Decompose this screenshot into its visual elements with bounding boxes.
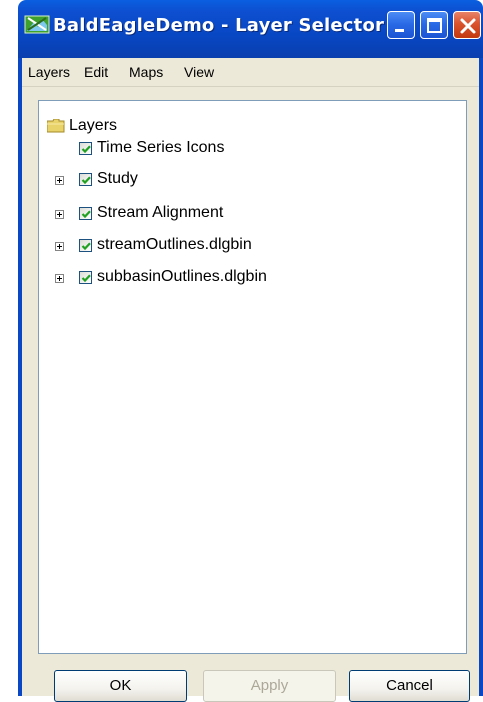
checkbox-time-series-icons[interactable] bbox=[79, 142, 92, 155]
apply-button: Apply bbox=[203, 670, 336, 702]
folder-icon bbox=[47, 119, 65, 133]
checkbox-stream-alignment[interactable] bbox=[79, 207, 92, 220]
expand-icon[interactable] bbox=[55, 242, 64, 251]
close-icon bbox=[460, 18, 476, 34]
tree-node-label: subbasinOutlines.dlgbin bbox=[97, 268, 267, 285]
menu-edit[interactable]: Edit bbox=[84, 64, 108, 80]
tree-node-label: Study bbox=[97, 170, 138, 187]
window-frame: Layers Edit Maps View Layers Time Series… bbox=[18, 58, 483, 702]
app-icon bbox=[24, 15, 50, 34]
layer-tree[interactable]: Layers Time Series Icons Study Stream Al… bbox=[38, 100, 467, 654]
minimize-icon bbox=[395, 29, 404, 32]
expand-icon[interactable] bbox=[55, 274, 64, 283]
check-icon bbox=[81, 274, 91, 283]
close-button[interactable] bbox=[453, 11, 481, 39]
tree-node-subbasinoutlines[interactable]: subbasinOutlines.dlgbin bbox=[39, 267, 459, 287]
maximize-icon bbox=[427, 18, 442, 33]
check-icon bbox=[81, 242, 91, 251]
tree-node-label: streamOutlines.dlgbin bbox=[97, 236, 252, 253]
checkbox-study[interactable] bbox=[79, 173, 92, 186]
maximize-button[interactable] bbox=[420, 11, 448, 39]
tree-node-streamoutlines[interactable]: streamOutlines.dlgbin bbox=[39, 235, 459, 255]
tree-node-label: Stream Alignment bbox=[97, 204, 224, 221]
tree-node-time-series-icons[interactable]: Time Series Icons bbox=[39, 138, 459, 158]
button-bar: OK Apply Cancel bbox=[22, 656, 479, 702]
checkbox-streamoutlines[interactable] bbox=[79, 239, 92, 252]
expand-icon[interactable] bbox=[55, 210, 64, 219]
tree-root-label: Layers bbox=[69, 117, 118, 134]
client-area: Layers Edit Maps View Layers Time Series… bbox=[22, 58, 479, 702]
ok-button[interactable]: OK bbox=[54, 670, 187, 702]
menu-view[interactable]: View bbox=[184, 64, 214, 80]
checkbox-subbasinoutlines[interactable] bbox=[79, 271, 92, 284]
check-icon bbox=[81, 210, 91, 219]
cancel-button[interactable]: Cancel bbox=[349, 670, 470, 702]
menu-bar: Layers Edit Maps View bbox=[22, 58, 479, 87]
expand-icon[interactable] bbox=[55, 176, 64, 185]
tree-node-stream-alignment[interactable]: Stream Alignment bbox=[39, 203, 459, 223]
layer-selector-window: BaldEagleDemo - Layer Selector Layers Ed… bbox=[18, 0, 483, 702]
tree-node-study[interactable]: Study bbox=[39, 169, 459, 189]
menu-maps[interactable]: Maps bbox=[129, 64, 163, 80]
minimize-button[interactable] bbox=[387, 11, 415, 39]
check-icon bbox=[81, 176, 91, 185]
title-bar[interactable]: BaldEagleDemo - Layer Selector bbox=[18, 0, 483, 58]
check-icon bbox=[81, 145, 91, 154]
window-title: BaldEagleDemo - Layer Selector bbox=[53, 15, 385, 36]
menu-layers[interactable]: Layers bbox=[28, 64, 70, 80]
tree-node-label: Time Series Icons bbox=[97, 139, 225, 156]
